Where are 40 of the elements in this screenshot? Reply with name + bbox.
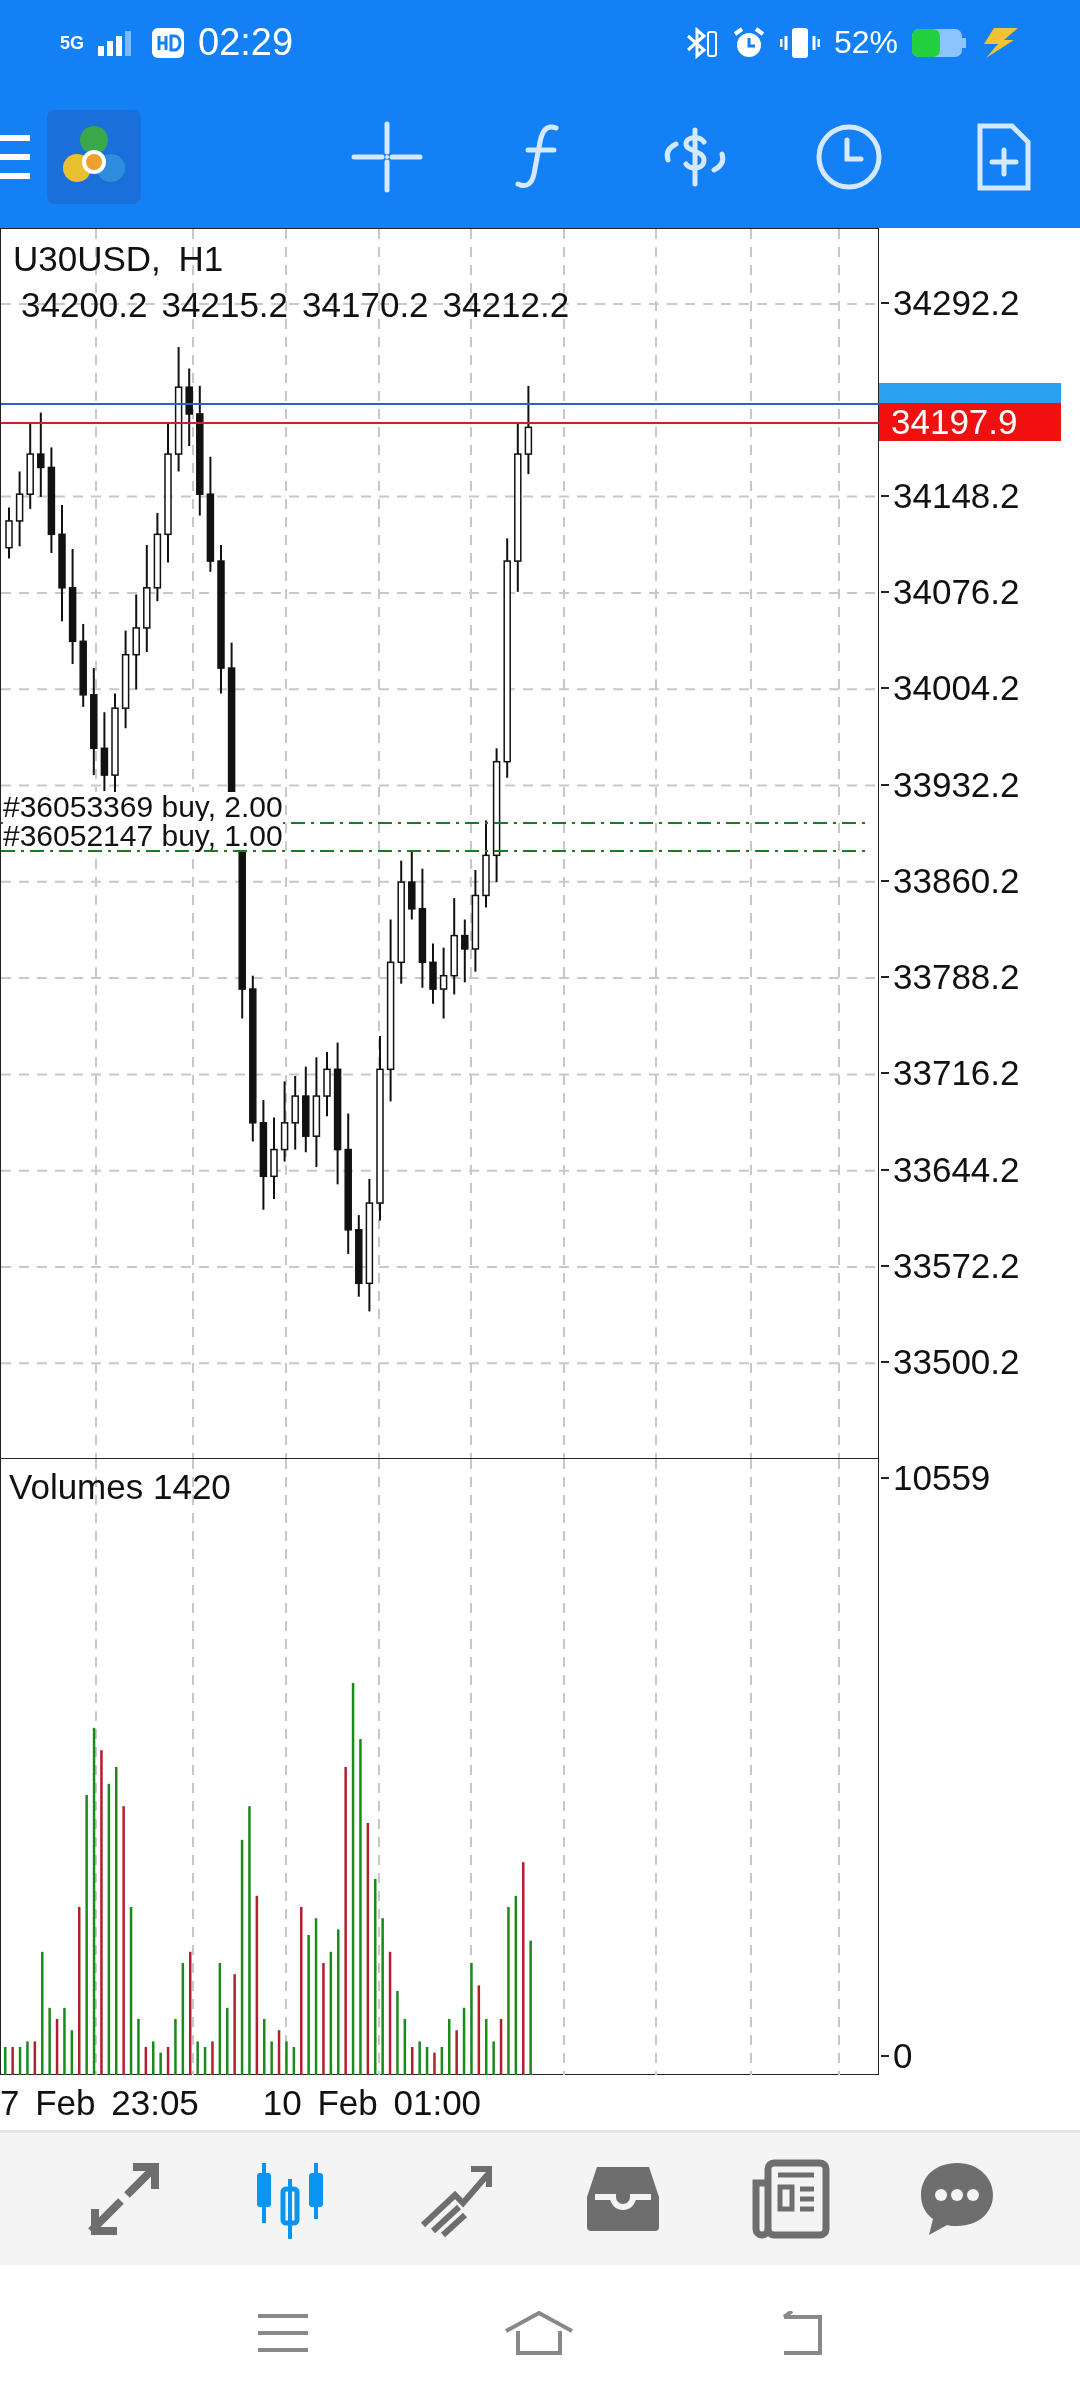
price-axis-label: 33500.2 (893, 1342, 1020, 1383)
app-logo-icon (47, 109, 141, 204)
time-axis-label: 10 Feb 01:00 (262, 2082, 482, 2123)
volumes-label: Volumes 1420 (9, 1467, 231, 1507)
home-icon[interactable] (504, 2310, 574, 2355)
price-axis-label: 33572.2 (893, 1246, 1020, 1286)
volume-axis-label: 0 (893, 2036, 913, 2076)
time-axis-label: 7 Feb 23:05 (0, 2082, 199, 2123)
bid-price-tag: 34197.9 (879, 403, 1061, 441)
ohlc-value: 34170.2 (302, 285, 429, 325)
order-label: #36052147 buy, 1.00 (3, 821, 283, 850)
volume-axis-label: 10559 (893, 1458, 991, 1498)
candlestick (5, 506, 13, 560)
price-axis-label: 34076.2 (893, 571, 1020, 612)
battery-icon (912, 28, 966, 57)
price-axis-label: 33788.2 (893, 957, 1020, 998)
price-axis-label: 33932.2 (893, 764, 1020, 805)
battery-percent: 52% (833, 24, 898, 61)
candlestick (323, 1050, 331, 1118)
chart-symbol: U30USD, H1 (13, 239, 224, 279)
order-label: #36053369 buy, 2.00 (3, 792, 283, 821)
candlestick (461, 918, 469, 984)
ohlc-value: 34212.2 (442, 285, 570, 325)
price-axis-label: 34148.2 (893, 475, 1020, 516)
hd-icon (152, 27, 184, 58)
ohlc-value: 34215.2 (161, 285, 289, 325)
ohlc-value: 34200.2 (21, 285, 148, 325)
price-axis-label: 33716.2 (893, 1053, 1020, 1094)
price-axis-label: 33644.2 (893, 1149, 1020, 1190)
menu-icon[interactable] (258, 2312, 308, 2353)
crosshair-icon[interactable] (350, 119, 424, 194)
network-label: 5G (60, 34, 84, 51)
alarm-icon (731, 25, 766, 60)
price-axis-label: 34004.2 (893, 668, 1020, 709)
price-axis-label: 34292.2 (893, 283, 1020, 323)
price-axis-label: 33860.2 (893, 860, 1020, 901)
vibrate-icon (779, 25, 820, 60)
candlestick (408, 850, 416, 921)
candlestick (429, 942, 437, 1005)
clock-time: 02:29 (198, 21, 294, 64)
